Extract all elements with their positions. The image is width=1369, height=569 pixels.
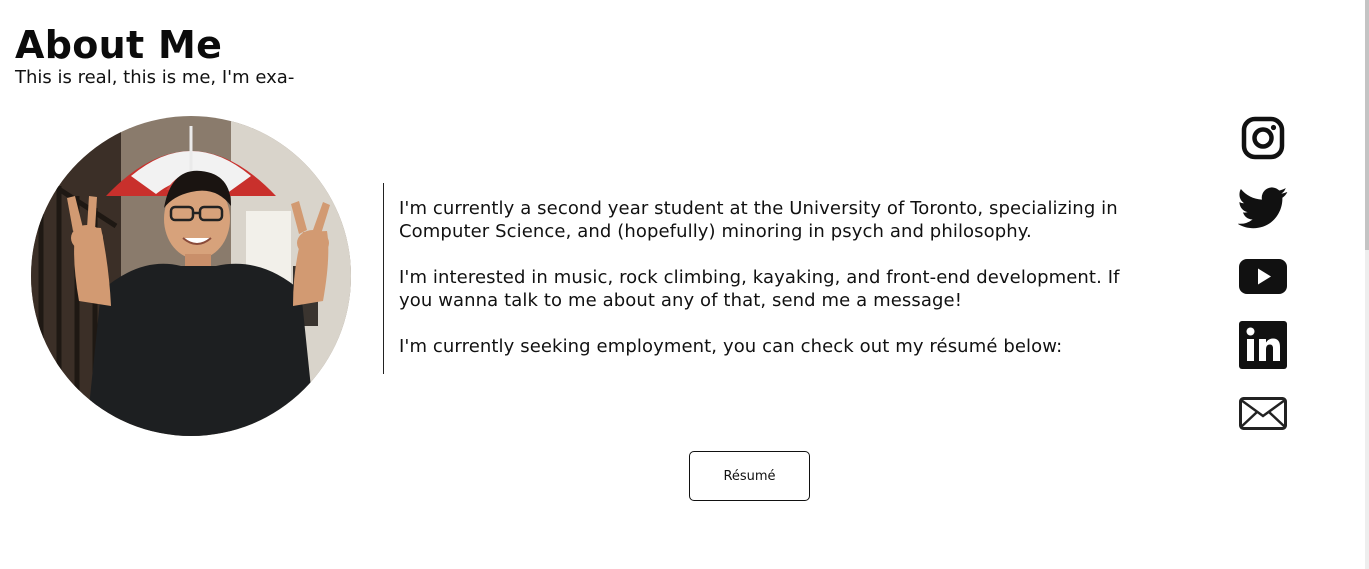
page-title: About Me xyxy=(15,23,223,67)
youtube-link[interactable] xyxy=(1238,258,1288,294)
mail-icon xyxy=(1239,397,1287,430)
bio-section: I'm currently a second year student at t… xyxy=(383,183,1153,374)
scrollbar-thumb[interactable] xyxy=(1365,0,1369,250)
page-subtitle: This is real, this is me, I'm exa- xyxy=(15,67,295,88)
linkedin-icon xyxy=(1239,321,1287,369)
email-link[interactable] xyxy=(1238,397,1288,430)
linkedin-link[interactable] xyxy=(1238,321,1288,369)
bio-paragraph-interests: I'm interested in music, rock climbing, … xyxy=(399,267,1120,311)
bio-paragraph-education: I'm currently a second year student at t… xyxy=(399,198,1118,242)
instagram-icon xyxy=(1241,116,1285,160)
instagram-link[interactable] xyxy=(1238,116,1288,160)
youtube-icon xyxy=(1239,258,1287,294)
twitter-link[interactable] xyxy=(1238,186,1288,230)
page-scrollbar[interactable] xyxy=(1365,0,1369,569)
resume-button[interactable]: Résumé xyxy=(689,451,810,501)
bio-paragraph-employment: I'm currently seeking employment, you ca… xyxy=(399,336,1063,357)
twitter-icon xyxy=(1238,187,1288,229)
profile-photo xyxy=(31,116,351,436)
